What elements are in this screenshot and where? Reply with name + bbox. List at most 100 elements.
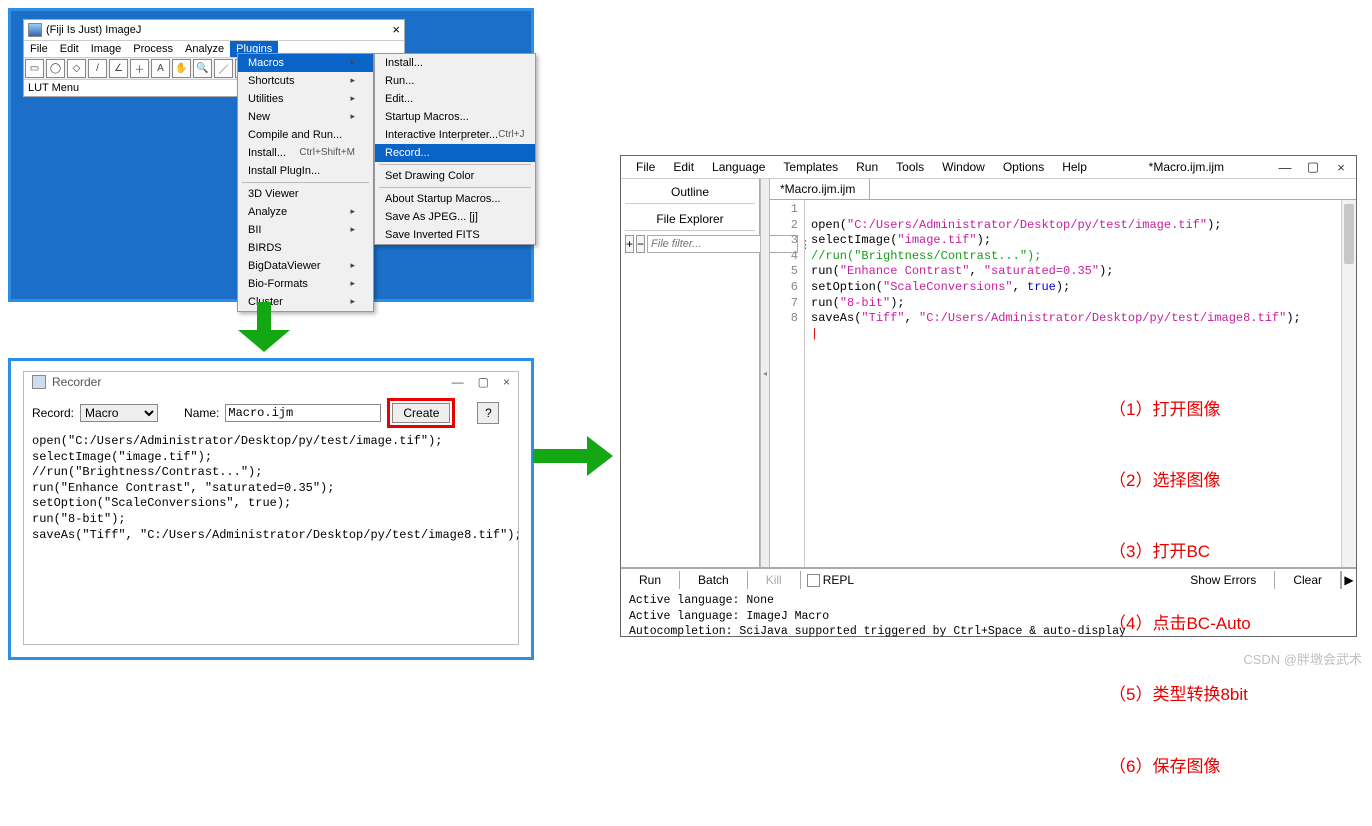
tool-text[interactable]: A <box>151 59 170 78</box>
batch-button[interactable]: Batch <box>680 571 748 589</box>
kill-button[interactable]: Kill <box>748 571 801 589</box>
menu-item-birds[interactable]: BIRDS <box>238 239 373 257</box>
help-button[interactable]: ? <box>477 402 499 424</box>
ed-menu-language[interactable]: Language <box>703 157 774 177</box>
tool-rect[interactable]: ▭ <box>25 59 44 78</box>
maximize-icon[interactable]: ▢ <box>478 375 489 389</box>
menu-process[interactable]: Process <box>127 41 179 57</box>
tab-macro-ijm[interactable]: *Macro.ijm.ijm <box>770 179 870 199</box>
menu-item-bigdataviewer[interactable]: BigDataViewer <box>238 257 373 275</box>
fiji-titlebar: (Fiji Is Just) ImageJ × <box>24 20 404 41</box>
tool-line[interactable]: ／ <box>214 59 233 78</box>
menu-item-new[interactable]: New <box>238 108 373 126</box>
menu-image[interactable]: Image <box>85 41 128 57</box>
recorder-controls-row: Record: Macro Name: Create ? <box>24 392 518 434</box>
menu-item-startup-macros-[interactable]: Startup Macros... <box>375 108 535 126</box>
ed-menu-window[interactable]: Window <box>933 157 994 177</box>
tool-point[interactable]: ＋ <box>130 59 149 78</box>
recorder-title: Recorder <box>52 375 101 389</box>
menu-item-install-[interactable]: Install... <box>375 54 535 72</box>
name-label: Name: <box>184 406 219 420</box>
record-label: Record: <box>32 406 74 420</box>
editor-left-pane: Outline File Explorer + − ⋮ <box>621 179 760 567</box>
recorder-window: Recorder — ▢ × Record: Macro Name: Creat… <box>23 371 519 645</box>
menu-item-save-inverted-fits[interactable]: Save Inverted FITS <box>375 226 535 244</box>
watermark: CSDN @胖墩会武术 <box>1243 649 1362 668</box>
editor-tabs: *Macro.ijm.ijm <box>770 179 1356 200</box>
repl-checkbox[interactable]: REPL <box>807 573 854 587</box>
recorder-app-icon <box>32 375 46 389</box>
code-editor[interactable]: 12345678 open("C:/Users/Administrator/De… <box>770 200 1356 567</box>
menu-item-set-drawing-color[interactable]: Set Drawing Color <box>375 167 535 185</box>
menu-item-about-startup-macros-[interactable]: About Startup Macros... <box>375 190 535 208</box>
ed-menu-options[interactable]: Options <box>994 157 1053 177</box>
tool-free[interactable]: / <box>88 59 107 78</box>
menu-item-save-as-jpeg-j-[interactable]: Save As JPEG... [j] <box>375 208 535 226</box>
menu-edit[interactable]: Edit <box>54 41 85 57</box>
expand-button[interactable]: + <box>625 235 634 253</box>
tool-angle[interactable]: ∠ <box>109 59 128 78</box>
menu-item-install-plugin-[interactable]: Install PlugIn... <box>238 162 373 180</box>
create-button-highlight: Create <box>387 398 455 428</box>
minimize-icon[interactable]: — <box>1278 160 1292 174</box>
menu-item-macros[interactable]: Macros <box>238 54 373 72</box>
clear-button[interactable]: Clear <box>1275 571 1341 589</box>
editor-main-pane: *Macro.ijm.ijm 12345678 open("C:/Users/A… <box>770 179 1356 567</box>
record-mode-select[interactable]: Macro <box>80 404 158 422</box>
editor-filename: *Macro.ijm.ijm <box>1149 160 1224 174</box>
collapse-button[interactable]: − <box>636 235 645 253</box>
close-icon[interactable]: × <box>1334 160 1348 174</box>
fiji-app-icon <box>28 23 42 37</box>
macro-name-input[interactable] <box>225 404 381 422</box>
menu-item-shortcuts[interactable]: Shortcuts <box>238 72 373 90</box>
vertical-scrollbar[interactable] <box>1341 200 1356 567</box>
menu-item-run-[interactable]: Run... <box>375 72 535 90</box>
outline-header[interactable]: Outline <box>625 181 755 204</box>
create-button[interactable]: Create <box>392 403 450 423</box>
tool-hand[interactable]: ✋ <box>172 59 191 78</box>
line-gutter: 12345678 <box>770 200 805 567</box>
ed-menu-help[interactable]: Help <box>1053 157 1096 177</box>
maximize-icon[interactable]: ▢ <box>1306 160 1320 174</box>
ed-menu-templates[interactable]: Templates <box>774 157 847 177</box>
menu-item-record-[interactable]: Record... <box>375 144 535 162</box>
fiji-desktop-panel: (Fiji Is Just) ImageJ × File Edit Image … <box>8 8 534 302</box>
macros-dropdown: Install...Run...Edit...Startup Macros...… <box>374 53 536 245</box>
annotation-overlay: （1）打开图像 （2）选择图像 （3）打开BC （4）点击BC-Auto （5）… <box>1109 350 1251 826</box>
recorder-code-area[interactable]: open("C:/Users/Administrator/Desktop/py/… <box>24 434 518 543</box>
plugins-dropdown: MacrosShortcutsUtilitiesNewCompile and R… <box>237 53 374 312</box>
close-icon[interactable]: × <box>503 375 510 389</box>
menu-item-install-[interactable]: Install...Ctrl+Shift+M <box>238 144 373 162</box>
tool-oval[interactable]: ◯ <box>46 59 65 78</box>
arrow-down-icon <box>238 302 290 352</box>
ed-menu-edit[interactable]: Edit <box>664 157 703 177</box>
expand-console-icon[interactable]: ▶ <box>1341 571 1356 589</box>
menu-item-edit-[interactable]: Edit... <box>375 90 535 108</box>
fiji-title: (Fiji Is Just) ImageJ <box>46 24 141 36</box>
menu-file[interactable]: File <box>24 41 54 57</box>
menu-item-compile-and-run-[interactable]: Compile and Run... <box>238 126 373 144</box>
recorder-titlebar: Recorder — ▢ × <box>24 372 518 392</box>
file-explorer-header[interactable]: File Explorer <box>625 208 755 231</box>
tool-poly[interactable]: ◇ <box>67 59 86 78</box>
arrow-right-icon <box>533 436 615 476</box>
menu-item-bio-formats[interactable]: Bio-Formats <box>238 275 373 293</box>
menu-item-analyze[interactable]: Analyze <box>238 203 373 221</box>
tool-zoom[interactable]: 🔍 <box>193 59 212 78</box>
ed-menu-file[interactable]: File <box>627 157 664 177</box>
editor-titlebar: File Edit Language Templates Run Tools W… <box>621 156 1356 179</box>
run-button[interactable]: Run <box>621 571 680 589</box>
ed-menu-tools[interactable]: Tools <box>887 157 933 177</box>
menu-item-utilities[interactable]: Utilities <box>238 90 373 108</box>
recorder-panel: Recorder — ▢ × Record: Macro Name: Creat… <box>8 358 534 660</box>
close-icon[interactable]: × <box>392 24 400 36</box>
menu-item-interactive-interpreter-[interactable]: Interactive Interpreter...Ctrl+J <box>375 126 535 144</box>
code-lines[interactable]: open("C:/Users/Administrator/Desktop/py/… <box>805 200 1356 567</box>
minimize-icon[interactable]: — <box>452 375 464 389</box>
menu-analyze[interactable]: Analyze <box>179 41 230 57</box>
script-editor-window: File Edit Language Templates Run Tools W… <box>620 155 1357 637</box>
splitter-handle[interactable]: ◂ <box>760 179 770 567</box>
ed-menu-run[interactable]: Run <box>847 157 887 177</box>
menu-item-bii[interactable]: BII <box>238 221 373 239</box>
menu-item-3d-viewer[interactable]: 3D Viewer <box>238 185 373 203</box>
